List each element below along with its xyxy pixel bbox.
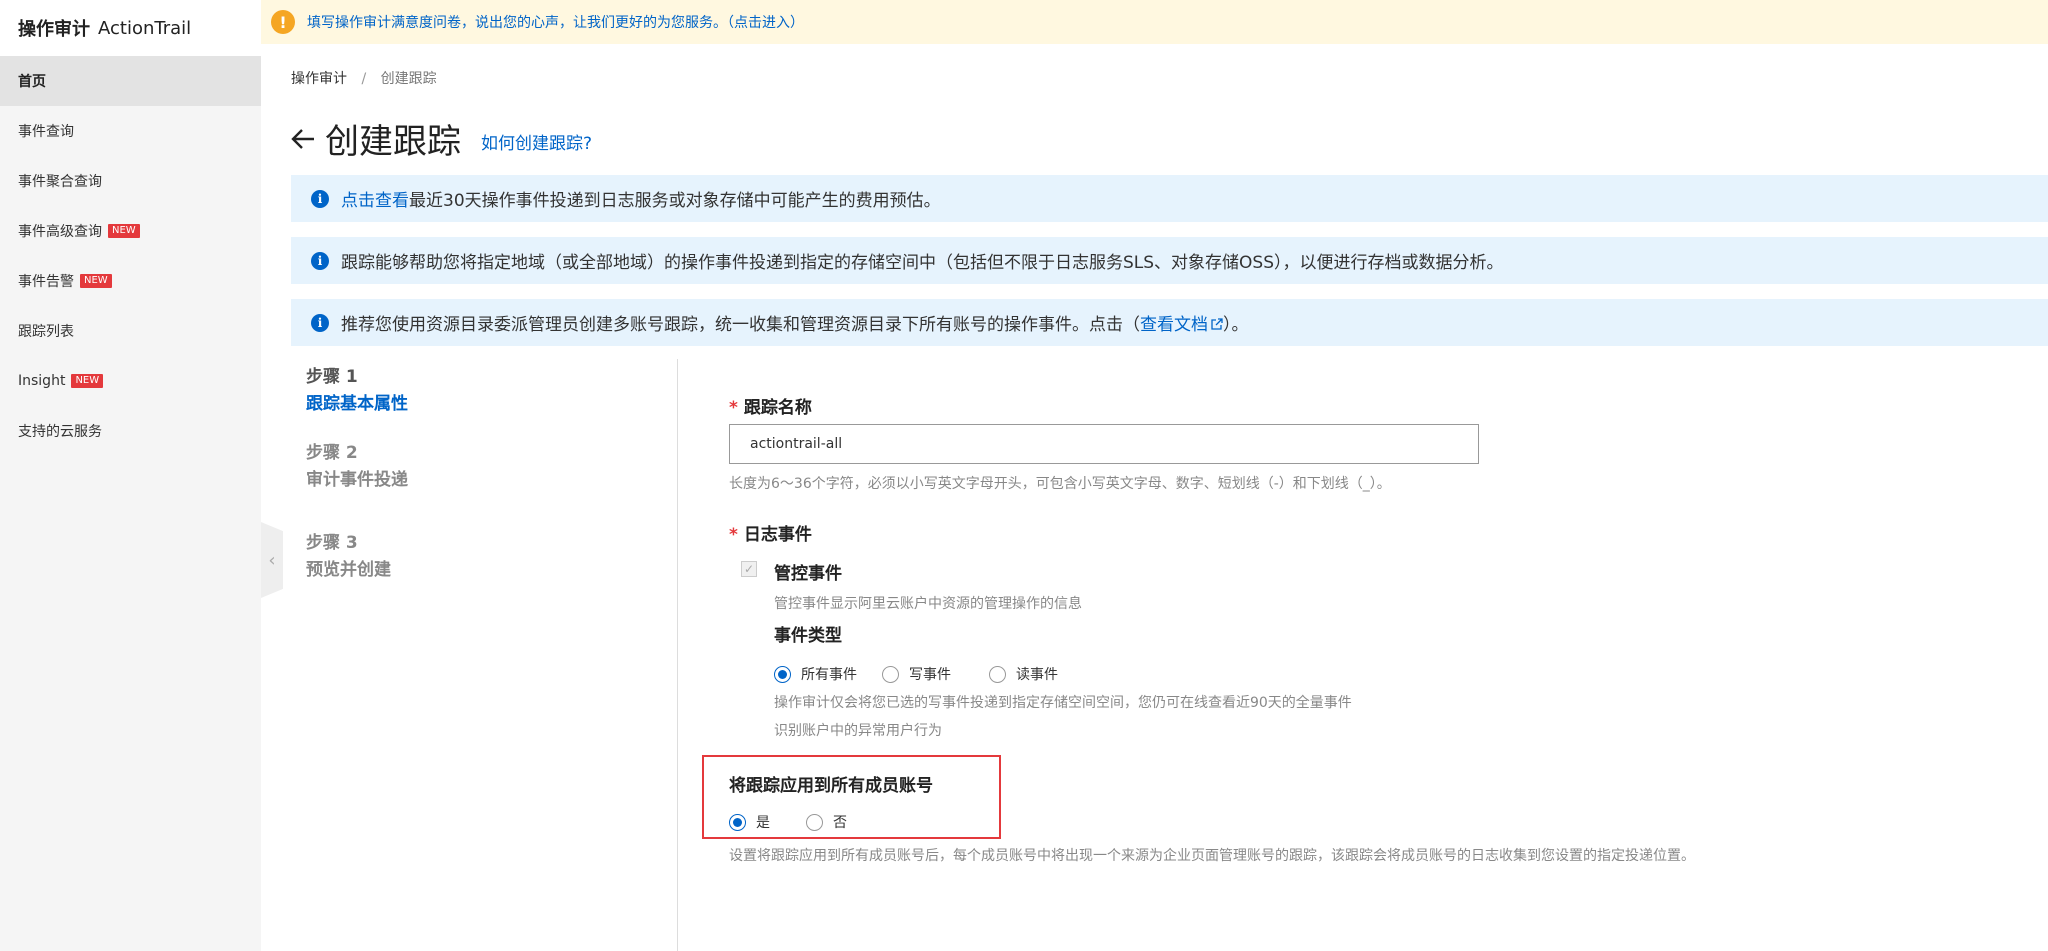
page-header: 创建跟踪 如何创建跟踪? xyxy=(289,114,592,163)
event-type-radio-write[interactable]: 写事件 xyxy=(882,664,951,684)
app-brand[interactable]: 操作审计 ActionTrail xyxy=(0,0,261,56)
info-icon: i xyxy=(311,313,329,332)
sidebar-item-label: 事件查询 xyxy=(18,124,74,140)
step-name: 审计事件投递 xyxy=(306,470,408,490)
breadcrumb-current: 创建跟踪 xyxy=(380,71,437,87)
sidebar-item-event-query[interactable]: 事件查询 xyxy=(0,106,261,156)
survey-notice-bar[interactable]: ! 填写操作审计满意度问卷，说出您的心声，让我们更好的为您服务。（点击进入） xyxy=(261,0,2048,44)
sidebar: 操作审计 ActionTrail 首页 事件查询 事件聚合查询 事件高级查询 NE… xyxy=(0,0,261,951)
sidebar-item-label: 事件高级查询 xyxy=(18,224,102,240)
info-icon: i xyxy=(311,189,329,208)
log-events-label-text: 日志事件 xyxy=(743,525,812,545)
radio-label: 写事件 xyxy=(909,667,951,683)
view-docs-label: 查看文档 xyxy=(1140,315,1208,335)
trail-name-hint: 长度为6～36个字符，必须以小写英文字母开头，可包含小写英文字母、数字、短划线（… xyxy=(729,476,1391,492)
required-mark: * xyxy=(729,525,738,545)
view-cost-link[interactable]: 点击查看 xyxy=(341,186,409,211)
step-2[interactable]: 步骤 2 审计事件投递 xyxy=(306,440,408,494)
mgmt-events-label: 管控事件 xyxy=(774,564,842,584)
radio-dot xyxy=(806,813,823,831)
external-link-icon xyxy=(1211,318,1223,330)
sidebar-item-home[interactable]: 首页 xyxy=(0,56,261,106)
sidebar-item-trail-list[interactable]: 跟踪列表 xyxy=(0,306,261,356)
main-content: 操作审计 / 创建跟踪 创建跟踪 如何创建跟踪? i 点击查看 最近30天操作事件… xyxy=(261,44,2048,951)
log-events-label: * 日志事件 xyxy=(729,520,812,545)
radio-label: 读事件 xyxy=(1016,667,1058,683)
page-title: 创建跟踪 xyxy=(325,122,461,162)
info-icon: i xyxy=(311,251,329,270)
new-badge: NEW xyxy=(80,274,112,288)
apply-all-hint: 设置将跟踪应用到所有成员账号后，每个成员账号中将出现一个来源为企业页面管理账号的… xyxy=(729,848,1695,864)
how-to-create-link[interactable]: 如何创建跟踪? xyxy=(481,129,592,154)
event-type-radio-all[interactable]: 所有事件 xyxy=(774,664,857,684)
warning-icon: ! xyxy=(271,10,295,34)
apply-all-radio-no[interactable]: 否 xyxy=(806,812,847,832)
sidebar-item-label: 支持的云服务 xyxy=(18,424,102,440)
trail-name-label-text: 跟踪名称 xyxy=(743,398,812,418)
sidebar-item-insight[interactable]: Insight NEW xyxy=(0,356,261,406)
step-3[interactable]: 步骤 3 预览并创建 xyxy=(306,530,408,584)
radio-dot xyxy=(989,665,1006,683)
breadcrumb-separator: / xyxy=(361,71,367,87)
mgmt-events-checkbox[interactable]: ✓ xyxy=(741,561,757,577)
new-badge: NEW xyxy=(71,374,104,388)
breadcrumb-root[interactable]: 操作审计 xyxy=(291,71,347,87)
view-docs-link[interactable]: 查看文档 xyxy=(1140,310,1223,335)
info-text-after: ）。 xyxy=(1223,315,1249,335)
radio-label: 所有事件 xyxy=(801,667,857,683)
steps-nav: 步骤 1 跟踪基本属性 步骤 2 审计事件投递 步骤 3 预览并创建 xyxy=(306,364,408,606)
sidebar-item-label: Insight xyxy=(18,373,66,389)
sidebar-item-event-alert[interactable]: 事件告警 NEW xyxy=(0,256,261,306)
sidebar-item-label: 首页 xyxy=(18,74,46,90)
trail-name-label: * 跟踪名称 xyxy=(729,393,812,418)
event-type-label: 事件类型 xyxy=(774,626,842,646)
step-1[interactable]: 步骤 1 跟踪基本属性 xyxy=(306,364,408,418)
event-type-hint-2: 识别账户中的异常用户行为 xyxy=(774,723,942,739)
radio-dot xyxy=(774,665,791,683)
sidebar-item-label: 跟踪列表 xyxy=(18,324,74,340)
info-text: 最近30天操作事件投递到日志服务或对象存储中可能产生的费用预估。 xyxy=(409,191,941,211)
radio-label: 否 xyxy=(833,815,847,831)
back-arrow-icon[interactable] xyxy=(289,125,317,153)
sidebar-item-event-aggregation[interactable]: 事件聚合查询 xyxy=(0,156,261,206)
app-title: 操作审计 xyxy=(18,19,90,40)
info-text: 推荐您使用资源目录委派管理员创建多账号跟踪，统一收集和管理资源目录下所有账号的操… xyxy=(341,315,1140,335)
apply-all-radio-yes[interactable]: 是 xyxy=(729,812,770,832)
sidebar-item-advanced-query[interactable]: 事件高级查询 NEW xyxy=(0,206,261,256)
required-mark: * xyxy=(729,398,738,418)
mgmt-events-hint: 管控事件显示阿里云账户中资源的管理操作的信息 xyxy=(774,596,1082,612)
info-box-recommend: i 推荐您使用资源目录委派管理员创建多账号跟踪，统一收集和管理资源目录下所有账号… xyxy=(291,299,2048,346)
survey-notice-text[interactable]: 填写操作审计满意度问卷，说出您的心声，让我们更好的为您服务。（点击进入） xyxy=(307,12,804,32)
info-text: 跟踪能够帮助您将指定地域（或全部地域）的操作事件投递到指定的存储空间中（包括但不… xyxy=(341,253,1504,273)
app-title-en: ActionTrail xyxy=(98,17,192,39)
radio-dot xyxy=(882,665,899,683)
new-badge: NEW xyxy=(108,224,140,238)
radio-dot xyxy=(729,813,746,831)
step-name: 跟踪基本属性 xyxy=(306,394,408,414)
step-number: 步骤 1 xyxy=(306,367,358,387)
event-type-radio-read[interactable]: 读事件 xyxy=(989,664,1058,684)
sidebar-item-label: 事件告警 xyxy=(18,274,74,290)
step-name: 预览并创建 xyxy=(306,560,391,580)
sidebar-item-supported-services[interactable]: 支持的云服务 xyxy=(0,406,261,456)
step-number: 步骤 2 xyxy=(306,443,358,463)
info-box-cost: i 点击查看 最近30天操作事件投递到日志服务或对象存储中可能产生的费用预估。 xyxy=(291,175,2048,222)
sidebar-nav: 首页 事件查询 事件聚合查询 事件高级查询 NEW 事件告警 NEW 跟踪列表 In… xyxy=(0,56,261,456)
radio-label: 是 xyxy=(756,815,770,831)
checkmark-icon: ✓ xyxy=(743,562,755,576)
trail-name-input[interactable] xyxy=(729,424,1479,464)
step-number: 步骤 3 xyxy=(306,533,358,553)
info-box-description: i 跟踪能够帮助您将指定地域（或全部地域）的操作事件投递到指定的存储空间中（包括… xyxy=(291,237,2048,284)
apply-all-label: 将跟踪应用到所有成员账号 xyxy=(729,776,933,796)
breadcrumb: 操作审计 / 创建跟踪 xyxy=(291,68,437,88)
event-type-hint-1: 操作审计仅会将您已选的写事件投递到指定存储空间空间，您仍可在线查看近90天的全量… xyxy=(774,695,1352,711)
sidebar-item-label: 事件聚合查询 xyxy=(18,174,102,190)
steps-divider xyxy=(677,359,678,951)
